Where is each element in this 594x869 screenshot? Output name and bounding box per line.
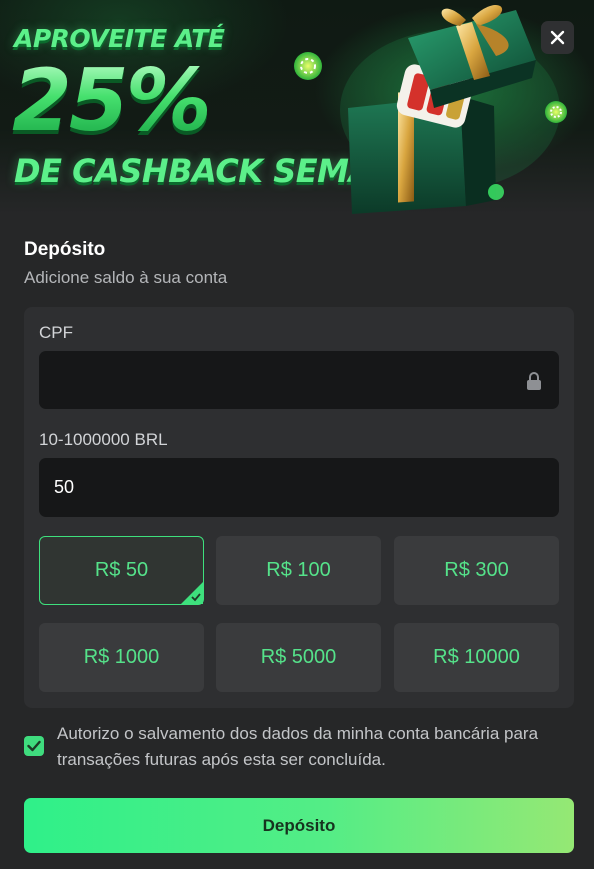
preset-label: R$ 5000 — [260, 646, 337, 668]
submit-label: Depósito — [262, 815, 336, 835]
preset-amount-50[interactable]: R$ 50 — [39, 536, 204, 605]
preset-amount-10000[interactable]: R$ 10000 — [394, 623, 559, 692]
amount-value: 50 — [54, 477, 75, 497]
consent-checkbox[interactable] — [24, 736, 44, 756]
preset-label: R$ 50 — [94, 559, 149, 581]
deposit-subtitle: Adicione saldo à sua conta — [24, 268, 228, 287]
banner-line1: APROVEITE ATÉ — [14, 24, 225, 53]
close-icon — [550, 30, 565, 45]
preset-label: R$ 1000 — [83, 646, 160, 668]
deposit-submit-button[interactable]: Depósito — [24, 798, 574, 853]
preset-amount-100[interactable]: R$ 100 — [216, 536, 381, 605]
cashback-banner: APROVEITE ATÉ 25% DE CASHBACK SEMANAL — [0, 0, 594, 214]
deposit-modal: APROVEITE ATÉ 25% DE CASHBACK SEMANAL De… — [0, 0, 594, 869]
preset-label: R$ 300 — [444, 559, 509, 581]
cpf-label: CPF — [39, 323, 73, 342]
selected-check-icon — [181, 582, 203, 604]
cpf-input[interactable] — [39, 351, 559, 409]
deposit-title: Depósito — [24, 239, 106, 260]
consent-label: Autorizo o salvamento dos dados da minha… — [57, 724, 539, 769]
preset-label: R$ 10000 — [433, 646, 520, 668]
deposit-form: CPF 10-1000000 BRL 50 R$ 50 R$ 100 R$ 30… — [24, 307, 574, 708]
lock-icon — [527, 372, 541, 390]
banner-percentage: 25% — [12, 51, 212, 151]
amount-range-label: 10-1000000 BRL — [39, 430, 168, 449]
preset-amount-1000[interactable]: R$ 1000 — [39, 623, 204, 692]
checkmark-icon — [27, 740, 41, 752]
preset-amount-300[interactable]: R$ 300 — [394, 536, 559, 605]
amount-input[interactable]: 50 — [39, 458, 559, 517]
preset-amount-5000[interactable]: R$ 5000 — [216, 623, 381, 692]
preset-label: R$ 100 — [266, 559, 331, 581]
close-button[interactable] — [541, 21, 574, 54]
